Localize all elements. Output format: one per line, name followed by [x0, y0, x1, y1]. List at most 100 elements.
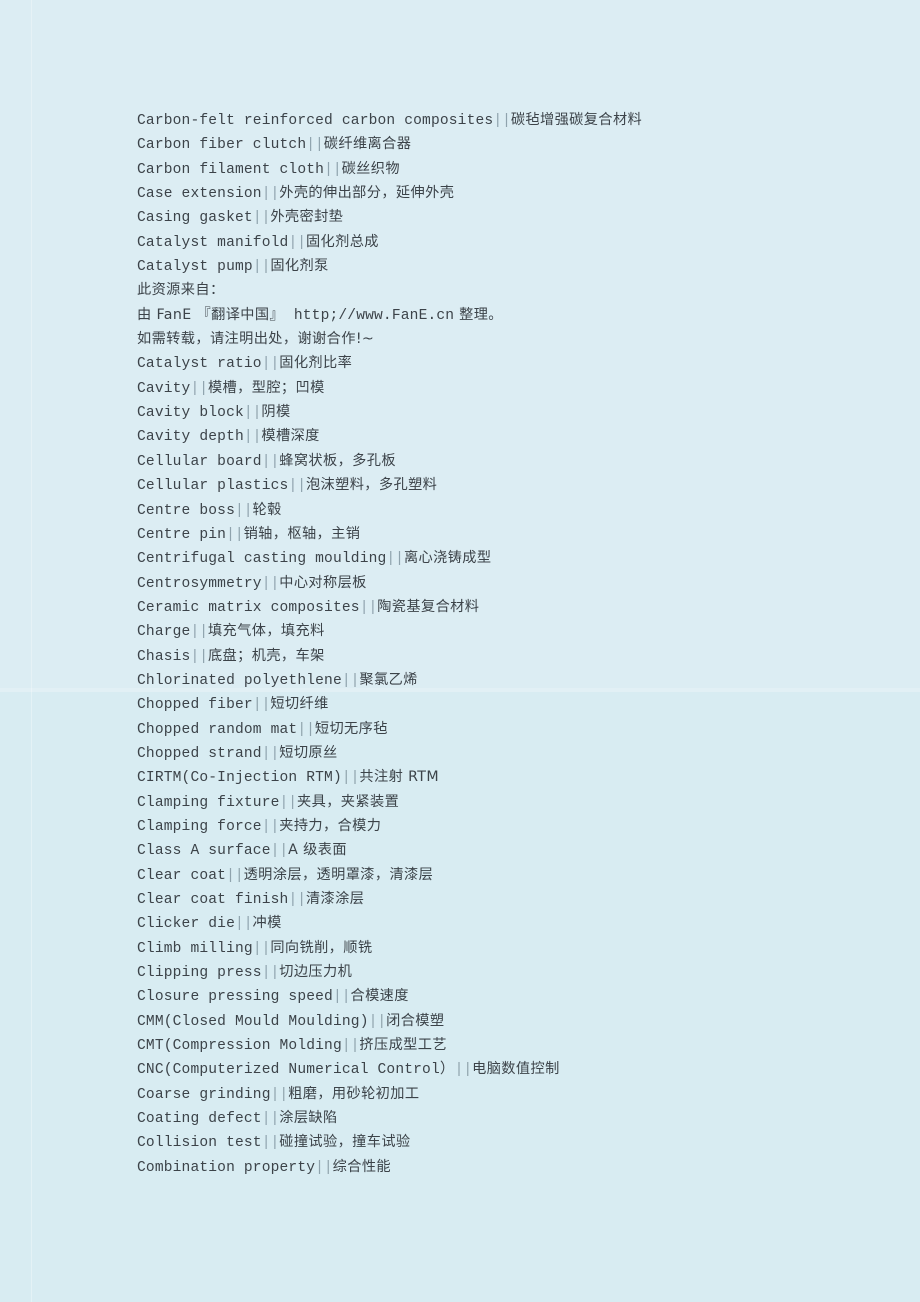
source-notice-line-2: 由 FanE 『翻译中国』 http;//www.FanE.cn 整理。 [137, 303, 900, 327]
entry-separator: || [261, 965, 280, 982]
entry-separator: || [324, 161, 342, 178]
entry-term: Chasis [137, 648, 191, 665]
glossary-entry: Combination property||综合性能 [137, 1155, 900, 1179]
entry-separator: || [261, 1135, 280, 1152]
entry-term: Catalyst ratio [137, 356, 262, 373]
glossary-entry: Casing gasket||外壳密封垫 [137, 205, 900, 229]
entry-separator: || [261, 356, 280, 373]
entry-definition: 外壳的伸出部分，延伸外壳 [279, 185, 455, 202]
entry-term: CIRTM(Co-Injection RTM) [137, 770, 342, 787]
entry-term: CMM(Closed Mould Moulding) [137, 1013, 369, 1030]
glossary-entry: Clear coat finish||清漆涂层 [137, 887, 900, 911]
entry-separator: || [270, 843, 289, 860]
entry-definition: 模槽，型腔；凹模 [207, 379, 325, 396]
entry-separator: || [306, 137, 324, 154]
glossary-entry: Class A surface||A 级表面 [137, 838, 900, 862]
entry-term: Collision test [137, 1135, 262, 1152]
entry-separator: || [279, 794, 298, 811]
document-page: Carbon-felt reinforced carbon composites… [0, 0, 920, 1302]
entry-separator: || [341, 770, 360, 787]
entry-definition: 电脑数值控制 [472, 1061, 560, 1078]
entry-definition: A 级表面 [288, 842, 347, 859]
entry-separator: || [368, 1013, 387, 1030]
entry-definition: 透明涂层，透明罩漆，清漆层 [243, 866, 434, 883]
glossary-entry: Centre pin||销轴，枢轴，主销 [137, 522, 900, 546]
entry-separator: || [261, 745, 280, 762]
entry-definition: 挤压成型工艺 [359, 1037, 447, 1054]
entry-separator: || [297, 721, 315, 738]
entry-definition: 短切无序毡 [314, 720, 388, 737]
entry-definition: 合模速度 [350, 988, 409, 1005]
source-notice-url[interactable]: http;//www.FanE.cn [294, 308, 454, 324]
entry-separator: || [190, 624, 208, 641]
entry-term: Chopped strand [137, 745, 262, 762]
entry-separator: || [190, 380, 208, 397]
entry-definition: 同向铣削，顺铣 [270, 939, 373, 956]
entry-separator: || [332, 989, 351, 1006]
entry-definition: 固化剂泵 [270, 258, 329, 275]
entry-definition: 泡沫塑料，多孔塑料 [305, 477, 438, 494]
entry-separator: || [288, 234, 306, 251]
entry-term: Chopped random mat [137, 721, 298, 738]
entry-separator: || [190, 648, 208, 665]
glossary-entry: Carbon fiber clutch||碳纤维离合器 [137, 132, 900, 156]
entry-definition: 切边压力机 [279, 964, 353, 981]
glossary-entry: Clicker die||冲模 [137, 911, 900, 935]
entry-term: Clear coat [137, 867, 227, 884]
entry-definition: 中心对称层板 [279, 574, 367, 591]
glossary-entry: CMT(Compression Molding||挤压成型工艺 [137, 1033, 900, 1057]
glossary-entry: Chlorinated polyethlene||聚氯乙烯 [137, 668, 900, 692]
entry-term: CNC(Computerized Numerical Control） [137, 1062, 455, 1079]
entry-definition: 陶瓷基复合材料 [377, 598, 480, 615]
entry-definition: 短切原丝 [279, 744, 338, 761]
source-notice-prefix: 由 FanE 『翻译中国』 [137, 306, 294, 323]
entry-definition: 涂层缺陷 [279, 1110, 338, 1127]
entry-separator: || [226, 526, 244, 543]
entry-definition: 固化剂总成 [305, 233, 379, 250]
entry-separator: || [252, 697, 271, 714]
source-notice-text: 此资源来自： [137, 282, 225, 299]
glossary-entry: Catalyst manifold||固化剂总成 [137, 230, 900, 254]
entry-separator: || [261, 186, 280, 203]
source-notice-line-3: 如需转载，请注明出处，谢谢合作!~ [137, 327, 900, 351]
entry-separator: || [243, 405, 262, 422]
entry-term: Class A surface [137, 843, 271, 860]
entry-definition: 闭合模塑 [386, 1012, 445, 1029]
glossary-entry: Collision test||碰撞试验，撞车试验 [137, 1130, 900, 1154]
entry-term: Coarse grinding [137, 1086, 271, 1103]
glossary-entry: Ceramic matrix composites||陶瓷基复合材料 [137, 595, 900, 619]
glossary-entry: Cavity depth||模槽深度 [137, 424, 900, 448]
entry-separator: || [341, 672, 360, 689]
glossary-entry: Centrifugal casting moulding||离心浇铸成型 [137, 546, 900, 570]
entry-term: Case extension [137, 186, 262, 203]
entry-definition: 粗磨，用砂轮初加工 [288, 1085, 420, 1102]
glossary-body: Carbon-felt reinforced carbon composites… [137, 108, 900, 1179]
entry-separator: || [341, 1038, 360, 1055]
entry-definition: 销轴，枢轴，主销 [243, 525, 361, 542]
entry-definition: 冲模 [252, 915, 282, 932]
entry-definition: 碰撞试验，撞车试验 [279, 1134, 411, 1151]
entry-term: Centre pin [137, 526, 227, 543]
glossary-entry: CNC(Computerized Numerical Control）||电脑数… [137, 1057, 900, 1081]
glossary-entry: Cellular plastics||泡沫塑料，多孔塑料 [137, 473, 900, 497]
entry-term: Chlorinated polyethlene [137, 672, 342, 689]
entry-term: Carbon fiber clutch [137, 137, 307, 154]
entry-term: Ceramic matrix composites [137, 599, 360, 616]
entry-separator: || [243, 429, 262, 446]
entry-term: Centrifugal casting moulding [137, 551, 387, 568]
entry-definition: 底盘；机壳，车架 [207, 647, 325, 664]
glossary-entry: Chopped fiber||短切纤维 [137, 692, 900, 716]
source-notice-suffix: 整理。 [454, 306, 503, 323]
glossary-entry: Centre boss||轮毂 [137, 498, 900, 522]
entry-term: Closure pressing speed [137, 989, 333, 1006]
entry-separator: || [261, 575, 280, 592]
entry-term: Cavity block [137, 405, 244, 422]
entry-definition: 填充气体，填充料 [207, 623, 325, 640]
entry-separator: || [454, 1062, 473, 1079]
entry-separator: || [359, 599, 378, 616]
glossary-entry: Clipping press||切边压力机 [137, 960, 900, 984]
entry-term: CMT(Compression Molding [137, 1038, 342, 1055]
entry-definition: 碳毡增强碳复合材料 [510, 112, 643, 128]
glossary-entry: Clamping force||夹持力，合模力 [137, 814, 900, 838]
entry-definition: 聚氯乙烯 [359, 671, 418, 688]
